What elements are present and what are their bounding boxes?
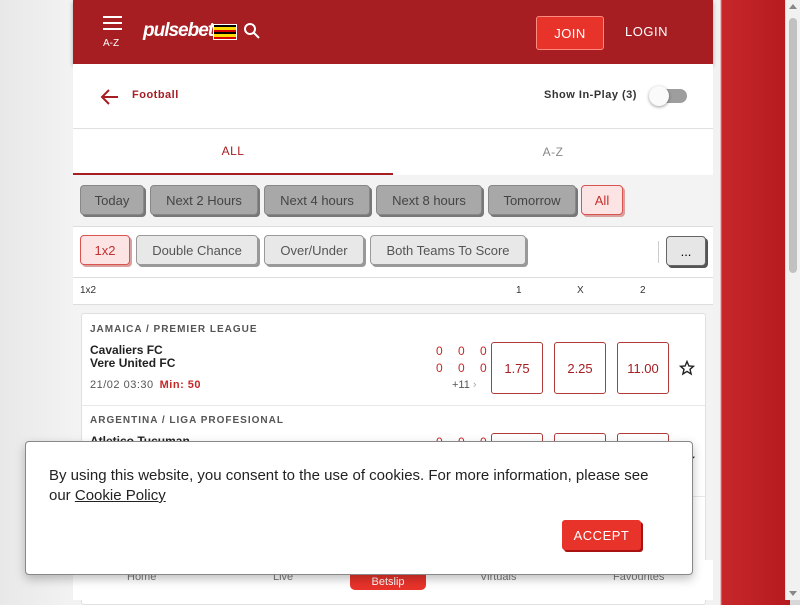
market-over-under[interactable]: Over/Under: [264, 235, 364, 265]
column-market-label: 1x2: [80, 285, 97, 296]
event-time: 21/02 03:30 Min: 50: [90, 379, 201, 391]
menu-label: A-Z: [103, 38, 120, 49]
home-score: 0 0 0: [436, 344, 493, 358]
accept-cookies-button[interactable]: ACCEPT: [562, 520, 641, 550]
filter-next-4-hours[interactable]: Next 4 hours: [264, 185, 370, 215]
league-name: JAMAICA / PREMIER LEAGUE: [90, 324, 258, 335]
market-1x2[interactable]: 1x2: [80, 235, 130, 265]
page-scrollbar[interactable]: [785, 0, 800, 600]
hamburger-icon: [103, 16, 122, 18]
search-icon[interactable]: [243, 22, 261, 40]
time-filter-bar: Today Next 2 Hours Next 4 hours Next 8 h…: [73, 176, 713, 227]
cookie-message: By using this website, you consent to th…: [49, 466, 649, 506]
toggle-knob: [649, 86, 669, 106]
away-team: Vere United FC: [90, 356, 176, 370]
column-2-label: 2: [640, 285, 646, 296]
page-title: Football: [132, 89, 179, 101]
flag-icon: [213, 24, 237, 40]
divider: [658, 241, 659, 263]
scrollbar-thumb[interactable]: [789, 18, 797, 273]
more-markets-link[interactable]: +11 ›: [452, 379, 477, 391]
tab-bar: ALL A-Z: [73, 129, 713, 175]
odd-away[interactable]: 11.00: [617, 342, 669, 394]
filter-next-2-hours[interactable]: Next 2 Hours: [150, 185, 258, 215]
top-header: A-Z pulsebet JOIN LOGIN: [73, 0, 713, 64]
tab-all[interactable]: ALL: [73, 129, 393, 175]
column-1-label: 1: [516, 285, 522, 296]
event-row[interactable]: JAMAICA / PREMIER LEAGUE Cavaliers FC Ve…: [82, 314, 705, 406]
event-datetime: 21/02 03:30: [90, 379, 154, 391]
scroll-down-arrow[interactable]: [789, 591, 797, 596]
filter-tomorrow[interactable]: Tomorrow: [488, 185, 576, 215]
market-filter-bar: 1x2 Double Chance Over/Under Both Teams …: [73, 227, 713, 278]
more-markets-button[interactable]: ...: [666, 236, 706, 266]
filter-all[interactable]: All: [581, 185, 623, 215]
odd-home[interactable]: 1.75: [491, 342, 543, 394]
odds-column-header: 1x2 1 X 2: [73, 278, 713, 305]
favourite-star-icon[interactable]: [679, 360, 695, 376]
back-arrow-icon[interactable]: [98, 86, 120, 108]
cookie-policy-link[interactable]: Cookie Policy: [75, 487, 166, 504]
chevron-right-icon: ›: [472, 379, 477, 391]
tab-a-z[interactable]: A-Z: [393, 129, 713, 175]
join-button[interactable]: JOIN: [536, 16, 604, 50]
filter-today[interactable]: Today: [80, 185, 144, 215]
hamburger-icon-bar: [103, 22, 122, 24]
brand-logo[interactable]: pulsebet: [143, 20, 214, 42]
hamburger-icon-bar: [103, 28, 122, 30]
cookie-consent-dialog: By using this website, you consent to th…: [25, 441, 693, 575]
login-button[interactable]: LOGIN: [625, 24, 668, 39]
sport-subheader: Football Show In-Play (3): [73, 64, 713, 129]
market-double-chance[interactable]: Double Chance: [136, 235, 258, 265]
event-minute: Min: 50: [159, 379, 202, 391]
more-markets-count: +11: [452, 379, 470, 391]
flag-stripe: [214, 36, 236, 39]
away-score: 0 0 0: [436, 361, 493, 375]
home-team: Cavaliers FC: [90, 343, 163, 357]
league-name: ARGENTINA / LIGA PROFESIONAL: [90, 415, 284, 426]
odd-draw[interactable]: 2.25: [554, 342, 606, 394]
inplay-toggle[interactable]: [649, 86, 687, 106]
scroll-up-arrow[interactable]: [789, 4, 797, 9]
market-both-teams-to-score[interactable]: Both Teams To Score: [370, 235, 526, 265]
menu-button[interactable]: A-Z: [103, 16, 123, 50]
column-x-label: X: [577, 285, 584, 296]
filter-next-8-hours[interactable]: Next 8 hours: [376, 185, 482, 215]
inplay-label: Show In-Play (3): [544, 89, 637, 101]
